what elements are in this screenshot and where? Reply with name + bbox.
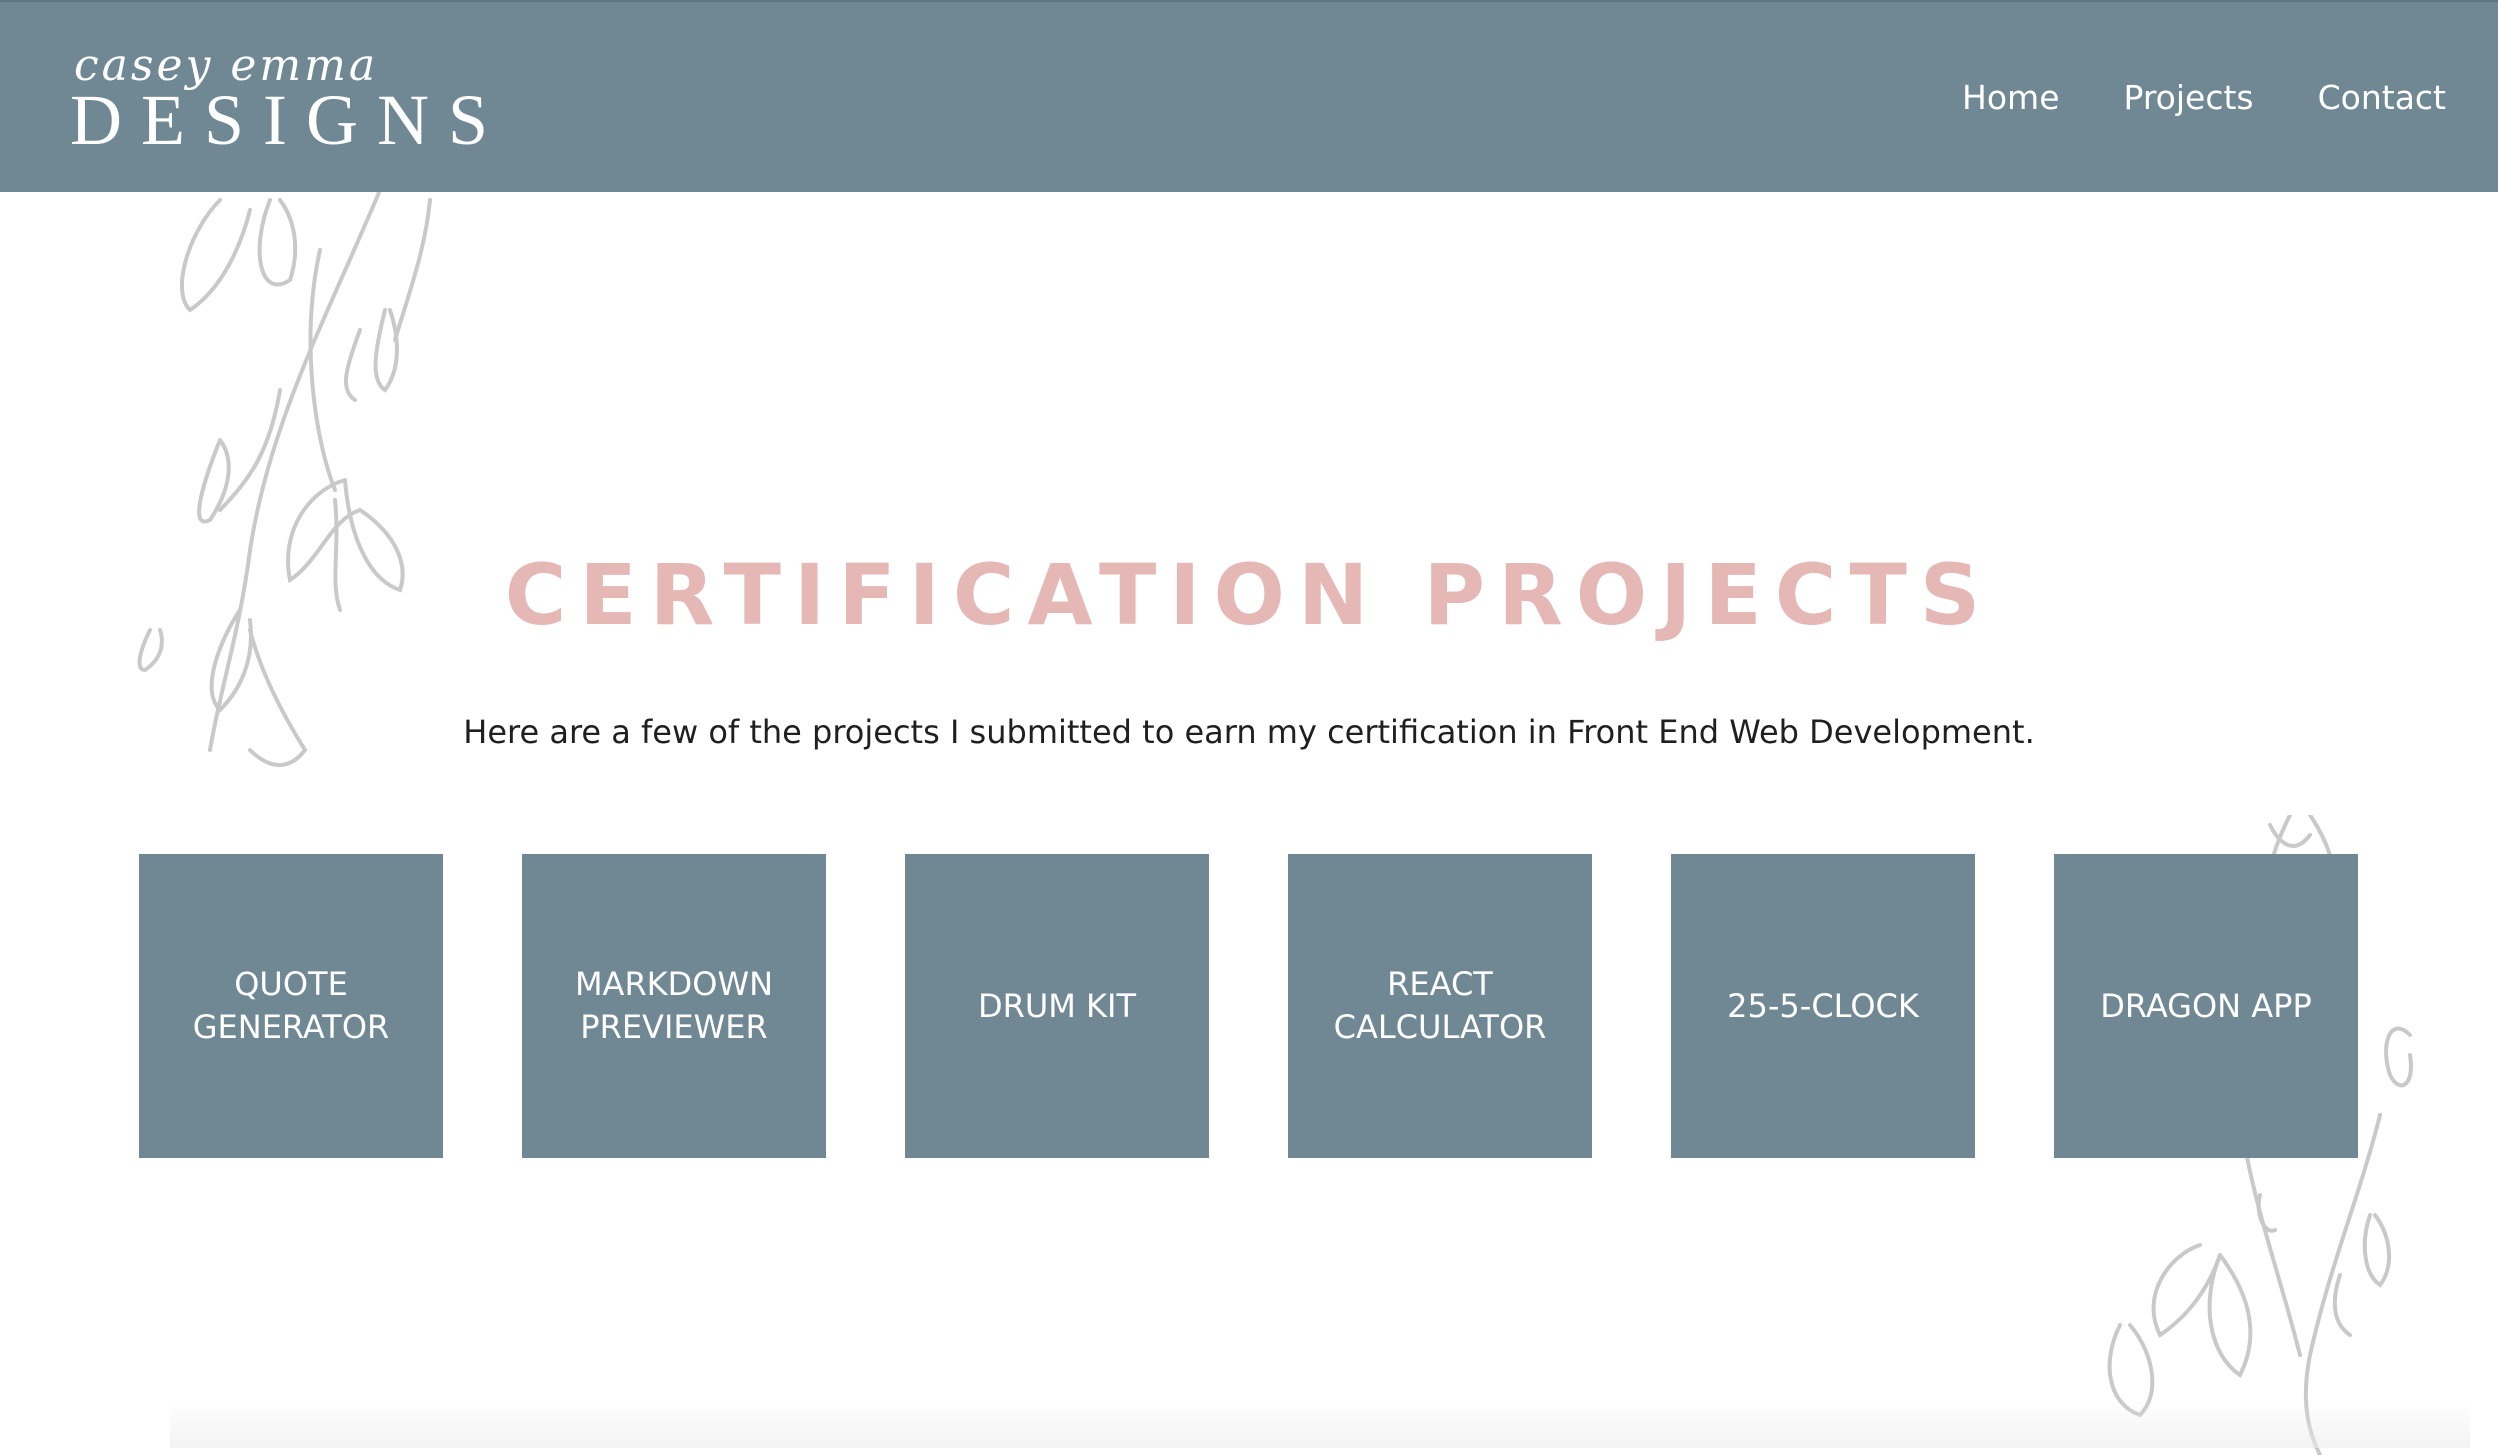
page-footer-shadow (170, 1400, 2470, 1448)
project-grid: QUOTE GENERATOR MARKDOWN PREVIEWER DRUM … (139, 854, 2358, 1158)
project-tile-25-5-clock[interactable]: 25-5-CLOCK (1671, 854, 1975, 1158)
brand-logo[interactable]: casey emma DESIGNS (70, 40, 488, 160)
nav-item-contact[interactable]: Contact (2318, 72, 2446, 124)
main-nav: Home Projects Contact (1962, 72, 2446, 124)
project-tile-react-calculator[interactable]: REACT CALCULATOR (1288, 854, 1592, 1158)
project-tile-quote-generator[interactable]: QUOTE GENERATOR (139, 854, 443, 1158)
floral-illustration-left-icon (137, 190, 432, 767)
page-subtitle: Here are a few of the projects I submitt… (463, 713, 2035, 751)
logo-wordmark: DESIGNS (70, 80, 508, 160)
project-tile-drum-kit[interactable]: DRUM KIT (905, 854, 1209, 1158)
site-header: casey emma DESIGNS Home Projects Contact (0, 0, 2498, 192)
nav-item-home[interactable]: Home (1962, 72, 2059, 124)
nav-item-projects[interactable]: Projects (2124, 72, 2254, 124)
project-tile-dragon-app[interactable]: DRAGON APP (2054, 854, 2358, 1158)
project-tile-markdown-previewer[interactable]: MARKDOWN PREVIEWER (522, 854, 826, 1158)
page-title: CERTIFICATION PROJECTS (504, 546, 1994, 644)
